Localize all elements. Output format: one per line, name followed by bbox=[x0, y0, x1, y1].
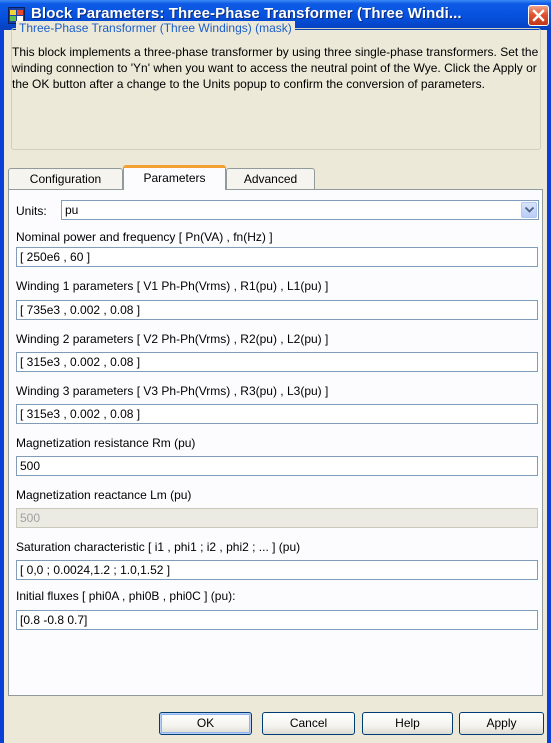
dialog-window: Block Parameters: Three-Phase Transforme… bbox=[0, 0, 551, 743]
saturation-characteristic-label: Saturation characteristic [ i1 , phi1 ; … bbox=[16, 540, 301, 554]
magnetization-reactance-label: Magnetization reactance Lm (pu) bbox=[16, 488, 192, 502]
units-label: Units: bbox=[16, 204, 47, 218]
dialog-client-area: Three-Phase Transformer (Three Windings)… bbox=[4, 21, 547, 743]
winding2-input[interactable]: [ 315e3 , 0.002 , 0.08 ] bbox=[16, 352, 538, 372]
winding2-label: Winding 2 parameters [ V2 Ph-Ph(Vrms) , … bbox=[16, 332, 329, 346]
winding1-input[interactable]: [ 735e3 , 0.002 , 0.08 ] bbox=[16, 300, 538, 320]
saturation-characteristic-input[interactable]: [ 0,0 ; 0.0024,1.2 ; 1.0,1.52 ] bbox=[16, 560, 538, 580]
units-dropdown[interactable]: pu bbox=[61, 200, 539, 220]
initial-fluxes-input[interactable]: [0.8 -0.8 0.7] bbox=[16, 610, 538, 630]
winding3-label: Winding 3 parameters [ V3 Ph-Ph(Vrms) , … bbox=[16, 384, 329, 398]
mask-title: Three-Phase Transformer (Three Windings)… bbox=[16, 21, 295, 35]
close-icon[interactable] bbox=[528, 5, 549, 26]
magnetization-resistance-label: Magnetization resistance Rm (pu) bbox=[16, 436, 196, 450]
initial-fluxes-label: Initial fluxes [ phi0A , phi0B , phi0C ]… bbox=[16, 589, 236, 603]
winding1-label: Winding 1 parameters [ V1 Ph-Ph(Vrms) , … bbox=[16, 279, 329, 293]
cancel-button[interactable]: Cancel bbox=[262, 712, 355, 735]
magnetization-resistance-input[interactable]: 500 bbox=[16, 456, 538, 476]
apply-button[interactable]: Apply bbox=[459, 712, 544, 735]
chevron-down-icon[interactable] bbox=[521, 202, 537, 218]
winding3-input[interactable]: [ 315e3 , 0.002 , 0.08 ] bbox=[16, 404, 538, 424]
magnetization-reactance-input: 500 bbox=[16, 508, 538, 528]
mask-description: This block implements a three-phase tran… bbox=[12, 45, 539, 91]
window-title: Block Parameters: Three-Phase Transforme… bbox=[31, 5, 462, 22]
units-value: pu bbox=[65, 203, 79, 217]
tab-advanced[interactable]: Advanced bbox=[226, 168, 315, 190]
ok-button[interactable]: OK bbox=[159, 712, 252, 735]
tab-configuration[interactable]: Configuration bbox=[8, 168, 123, 190]
tab-parameters[interactable]: Parameters bbox=[123, 165, 226, 190]
nominal-power-label: Nominal power and frequency [ Pn(VA) , f… bbox=[16, 230, 273, 244]
help-button[interactable]: Help bbox=[362, 712, 453, 735]
nominal-power-input[interactable]: [ 250e6 , 60 ] bbox=[16, 247, 538, 267]
